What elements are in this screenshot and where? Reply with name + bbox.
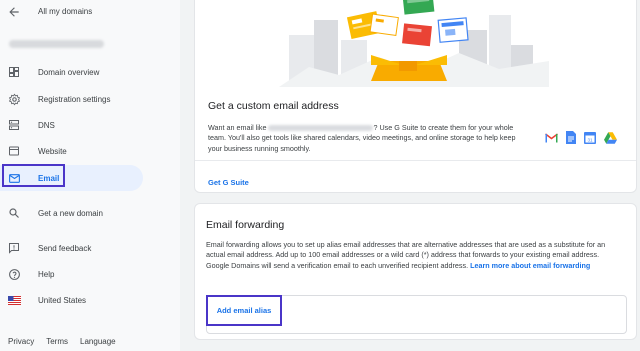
sidebar-item-registration-settings[interactable]: Registration settings <box>0 86 143 112</box>
website-icon <box>7 144 21 158</box>
sidebar: All my domains Domain overview Registrat… <box>0 0 180 351</box>
sidebar-item-label: Website <box>38 147 67 156</box>
docs-icon <box>566 131 576 144</box>
search-icon <box>7 206 21 220</box>
get-gsuite-link[interactable]: Get G Suite <box>208 178 249 187</box>
add-email-alias-button[interactable]: Add email alias <box>206 295 282 326</box>
gmail-icon <box>545 132 558 143</box>
sidebar-item-label: Domain overview <box>38 68 100 77</box>
us-flag-icon <box>7 293 21 307</box>
gsuite-card-title: Get a custom email address <box>208 100 339 112</box>
gsuite-card-description: Want an email like ? Use G Suite to crea… <box>208 123 526 154</box>
back-to-domains[interactable]: All my domains <box>0 0 180 26</box>
dns-icon <box>7 118 21 132</box>
calendar-icon: 31 <box>584 131 596 144</box>
dashboard-icon <box>7 65 21 79</box>
back-label[interactable]: All my domains <box>38 7 92 16</box>
email-highlight-annotation <box>2 164 65 187</box>
sidebar-item-label: Help <box>38 270 55 279</box>
gear-icon <box>7 92 21 106</box>
email-forwarding-description: Email forwarding allows you to set up al… <box>206 240 622 271</box>
gsuite-text-before: Want an email like <box>208 123 267 132</box>
sidebar-item-help[interactable]: Help <box>0 261 143 287</box>
sidebar-item-website[interactable]: Website <box>0 138 143 164</box>
terms-link[interactable]: Terms <box>46 337 68 346</box>
example-email-blurred <box>268 125 374 132</box>
language-link[interactable]: Language <box>80 337 116 346</box>
email-forwarding-title: Email forwarding <box>206 219 285 231</box>
gsuite-card: Get a custom email address Want an email… <box>194 0 637 193</box>
sidebar-item-united-states[interactable]: United States <box>0 287 143 313</box>
gsuite-illustration <box>279 0 549 87</box>
sidebar-item-send-feedback[interactable]: Send feedback <box>0 235 143 261</box>
svg-text:31: 31 <box>587 137 593 142</box>
account-email-blurred <box>9 40 104 48</box>
email-forwarding-card: Email forwarding Email forwarding allows… <box>194 203 637 340</box>
sidebar-item-label: Get a new domain <box>38 209 103 218</box>
back-arrow-icon[interactable] <box>7 5 21 19</box>
sidebar-footer: Privacy Terms Language <box>8 337 116 346</box>
sidebar-item-get-new-domain[interactable]: Get a new domain <box>0 200 143 226</box>
sidebar-item-dns[interactable]: DNS <box>0 112 143 138</box>
drive-icon <box>604 131 617 144</box>
privacy-link[interactable]: Privacy <box>8 337 34 346</box>
feedback-icon <box>7 241 21 255</box>
gsuite-app-icons: 31 <box>545 131 617 144</box>
learn-more-link[interactable]: Learn more about email forwarding <box>470 261 590 270</box>
sidebar-item-label: DNS <box>38 121 55 130</box>
sidebar-item-label: United States <box>38 296 87 305</box>
sidebar-item-label: Send feedback <box>38 244 92 253</box>
sidebar-item-domain-overview[interactable]: Domain overview <box>0 59 143 85</box>
gsuite-card-divider <box>195 160 636 161</box>
help-icon <box>7 267 21 281</box>
sidebar-item-label: Registration settings <box>38 95 111 104</box>
